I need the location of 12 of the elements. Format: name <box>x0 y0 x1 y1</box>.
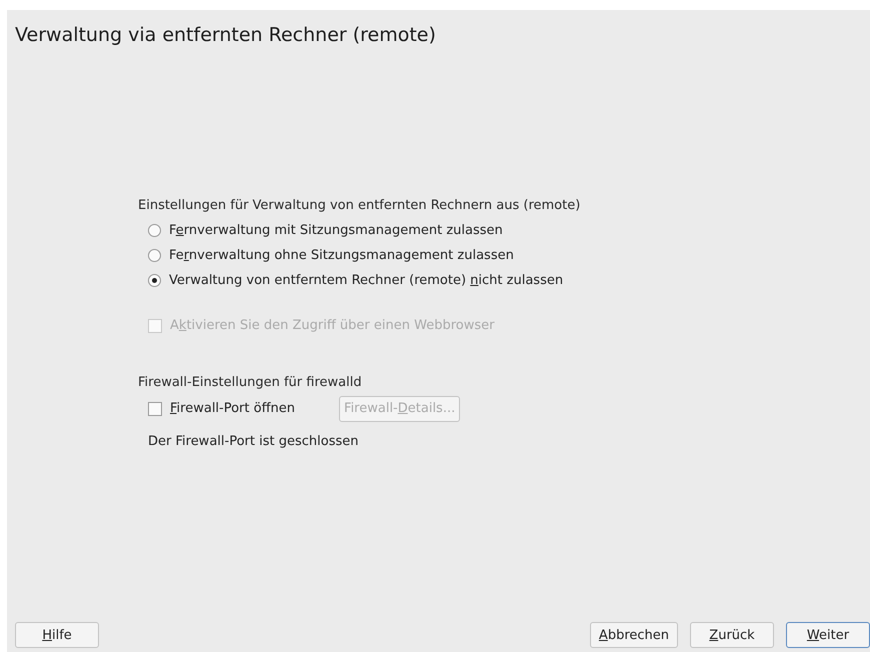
group-heading: Firewall-Einstellungen für firewalld <box>138 374 363 390</box>
dialog-button[interactable]: Abbrechen <box>590 622 678 648</box>
dialog-button[interactable]: Zurück <box>690 622 774 648</box>
dialog-button[interactable]: Weiter <box>786 622 870 648</box>
radio-option[interactable]: Fernverwaltung ohne Sitzungsmanagement zulassen <box>148 248 870 263</box>
radio-option[interactable]: Verwaltung von entferntem Rechner (remote) nicht zulassen <box>148 273 870 288</box>
radio-option[interactable]: Fernverwaltung mit Sitzungsmanagement zulassen <box>148 223 870 238</box>
help-button[interactable]: Hilfe <box>15 622 99 648</box>
page-title: Verwaltung via entfernten Rechner (remote) <box>15 24 437 46</box>
group-heading: Einstellungen für Verwaltung von entfernten Rechnern aus (remote) <box>138 198 582 213</box>
firewall-status: Der Firewall-Port ist geschlossen <box>148 434 360 448</box>
firewall-port-checkbox[interactable]: Firewall-Port öffnen <box>148 401 296 416</box>
